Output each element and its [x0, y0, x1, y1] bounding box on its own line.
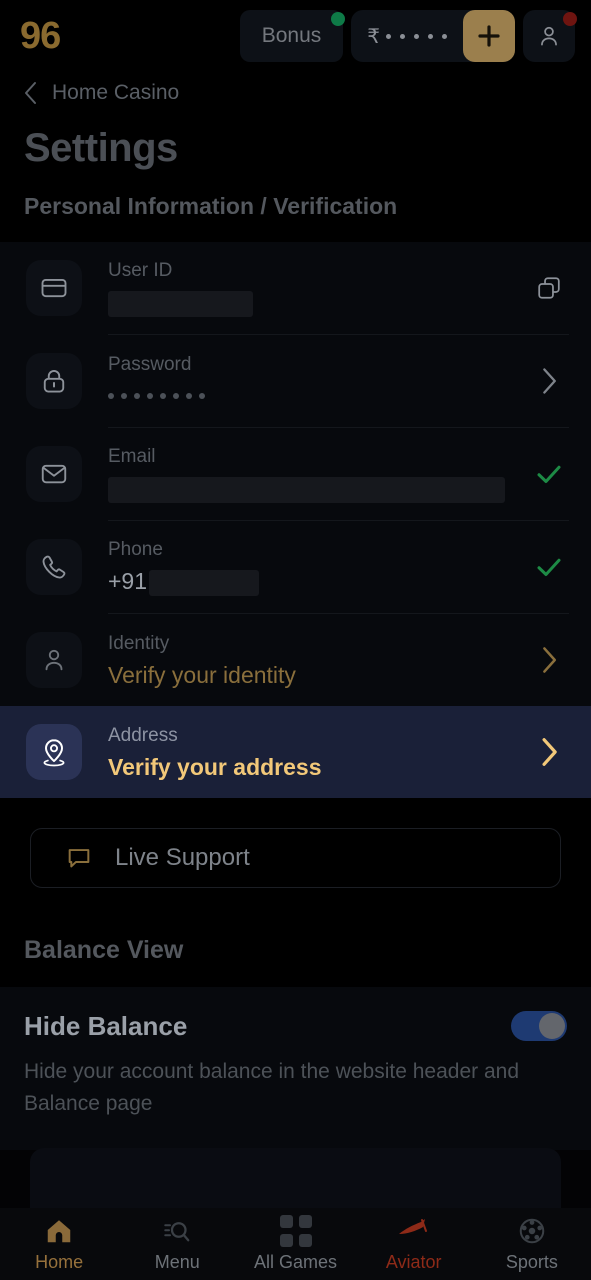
identity-action-text: Verify your identity	[108, 661, 296, 688]
chevron-left-icon	[25, 82, 36, 104]
page-header: Settings Personal Information / Verifica…	[0, 114, 591, 242]
live-support-button[interactable]: Live Support	[30, 828, 561, 888]
support-section: Live Support	[0, 798, 591, 888]
hide-balance-header: Hide Balance	[24, 1011, 567, 1042]
nav-item-all-games[interactable]: All Games	[236, 1208, 354, 1280]
phone-icon	[26, 539, 82, 595]
nav-item-menu[interactable]: Menu	[118, 1208, 236, 1280]
nav-label-all-games: All Games	[253, 1251, 338, 1272]
hide-balance-description: Hide your account balance in the website…	[24, 1060, 519, 1115]
settings-list: User ID Password Email Phone +91 Identit…	[0, 242, 591, 798]
settings-row-content: Phone +91	[108, 538, 515, 596]
settings-row-content: Email	[108, 445, 515, 503]
identity-chevron-button[interactable]	[529, 645, 569, 675]
address-action-text: Verify your address	[108, 753, 322, 780]
nav-label-sports: Sports	[505, 1251, 558, 1272]
person-icon	[26, 632, 82, 688]
chevron-right-icon	[543, 368, 556, 394]
settings-row-content: Address Verify your address	[108, 724, 515, 781]
settings-row-label: Email	[108, 446, 156, 468]
settings-row-password[interactable]: Password	[0, 335, 591, 427]
settings-row-email[interactable]: Email	[0, 428, 591, 520]
chat-bubble-icon	[68, 849, 90, 868]
balance-masked-value	[386, 33, 447, 39]
phone-value: +91	[108, 567, 515, 596]
settings-screen: 96 Bonus ₹ Home Casino Settings Personal…	[0, 0, 591, 1280]
nav-label-aviator: Aviator	[385, 1251, 442, 1272]
email-value	[108, 474, 515, 503]
profile-button[interactable]	[523, 10, 577, 62]
home-icon	[44, 1216, 74, 1246]
partial-card-below-fold[interactable]	[30, 1148, 561, 1208]
check-icon	[537, 465, 561, 483]
profile-notification-badge	[563, 12, 577, 26]
app-logo[interactable]: 96	[16, 17, 61, 55]
location-pin-icon	[26, 724, 82, 780]
settings-row-content: User ID	[108, 259, 515, 317]
settings-row-address[interactable]: Address Verify your address	[0, 706, 591, 798]
password-chevron-button[interactable]	[529, 366, 569, 396]
card-icon	[26, 260, 82, 316]
aviator-plane-icon	[395, 1216, 433, 1246]
settings-row-label: Phone	[108, 539, 163, 561]
page-subtitle: Personal Information / Verification	[24, 193, 398, 219]
copy-user-id-button[interactable]	[529, 274, 569, 302]
bonus-notification-badge	[331, 12, 346, 26]
top-bar-actions: Bonus ₹	[239, 10, 577, 62]
chevron-right-icon	[543, 647, 557, 673]
soccer-ball-icon	[517, 1216, 547, 1246]
balance-button[interactable]: ₹	[351, 10, 515, 62]
hide-balance-title: Hide Balance	[24, 1011, 188, 1041]
rupee-icon: ₹	[367, 25, 380, 48]
toggle-knob	[539, 1013, 565, 1039]
password-masked-value	[108, 382, 515, 410]
nav-item-home[interactable]: Home	[0, 1208, 118, 1280]
balance-view-section-header: Balance View	[0, 888, 591, 987]
partial-card-text	[30, 1148, 561, 1188]
settings-row-label: Password	[108, 353, 192, 375]
settings-row-identity[interactable]: Identity Verify your identity	[0, 614, 591, 706]
settings-row-label: Address	[108, 724, 178, 746]
hide-balance-card: Hide Balance Hide your account balance i…	[0, 987, 591, 1150]
bottom-navigation: Home Menu All Games Aviator Sports	[0, 1208, 591, 1280]
hide-balance-toggle[interactable]	[511, 1011, 567, 1041]
email-verified-badge	[529, 459, 569, 489]
user-id-value	[108, 288, 515, 317]
balance-view-title: Balance View	[24, 936, 184, 964]
grid-icon	[279, 1214, 312, 1247]
nav-label-home: Home	[35, 1251, 84, 1272]
mail-icon	[26, 446, 82, 502]
nav-label-menu: Menu	[154, 1251, 200, 1272]
deposit-plus-button[interactable]	[463, 10, 515, 62]
phone-verified-badge	[529, 552, 569, 582]
chevron-right-icon	[542, 738, 557, 766]
copy-icon	[538, 277, 560, 299]
settings-row-phone[interactable]: Phone +91	[0, 521, 591, 613]
breadcrumb-label: Home Casino	[52, 81, 180, 104]
user-icon	[541, 26, 557, 46]
top-bar: 96 Bonus ₹	[0, 0, 591, 72]
nav-item-sports[interactable]: Sports	[473, 1208, 591, 1280]
bonus-button[interactable]: Bonus	[239, 10, 346, 62]
settings-row-user-id[interactable]: User ID	[0, 242, 591, 334]
live-support-label: Live Support	[115, 844, 250, 871]
address-chevron-button[interactable]	[529, 736, 569, 768]
nav-item-aviator[interactable]: Aviator	[355, 1208, 473, 1280]
plus-icon	[478, 25, 500, 47]
menu-search-icon	[162, 1216, 192, 1246]
settings-row-content: Password	[108, 353, 515, 410]
page-title: Settings	[24, 126, 178, 170]
bonus-label: Bonus	[261, 24, 322, 47]
settings-row-label: User ID	[108, 260, 173, 282]
settings-row-label: Identity	[108, 632, 170, 654]
lock-icon	[26, 353, 82, 409]
settings-row-content: Identity Verify your identity	[108, 632, 515, 689]
check-icon	[537, 558, 561, 576]
breadcrumb[interactable]: Home Casino	[0, 72, 591, 114]
